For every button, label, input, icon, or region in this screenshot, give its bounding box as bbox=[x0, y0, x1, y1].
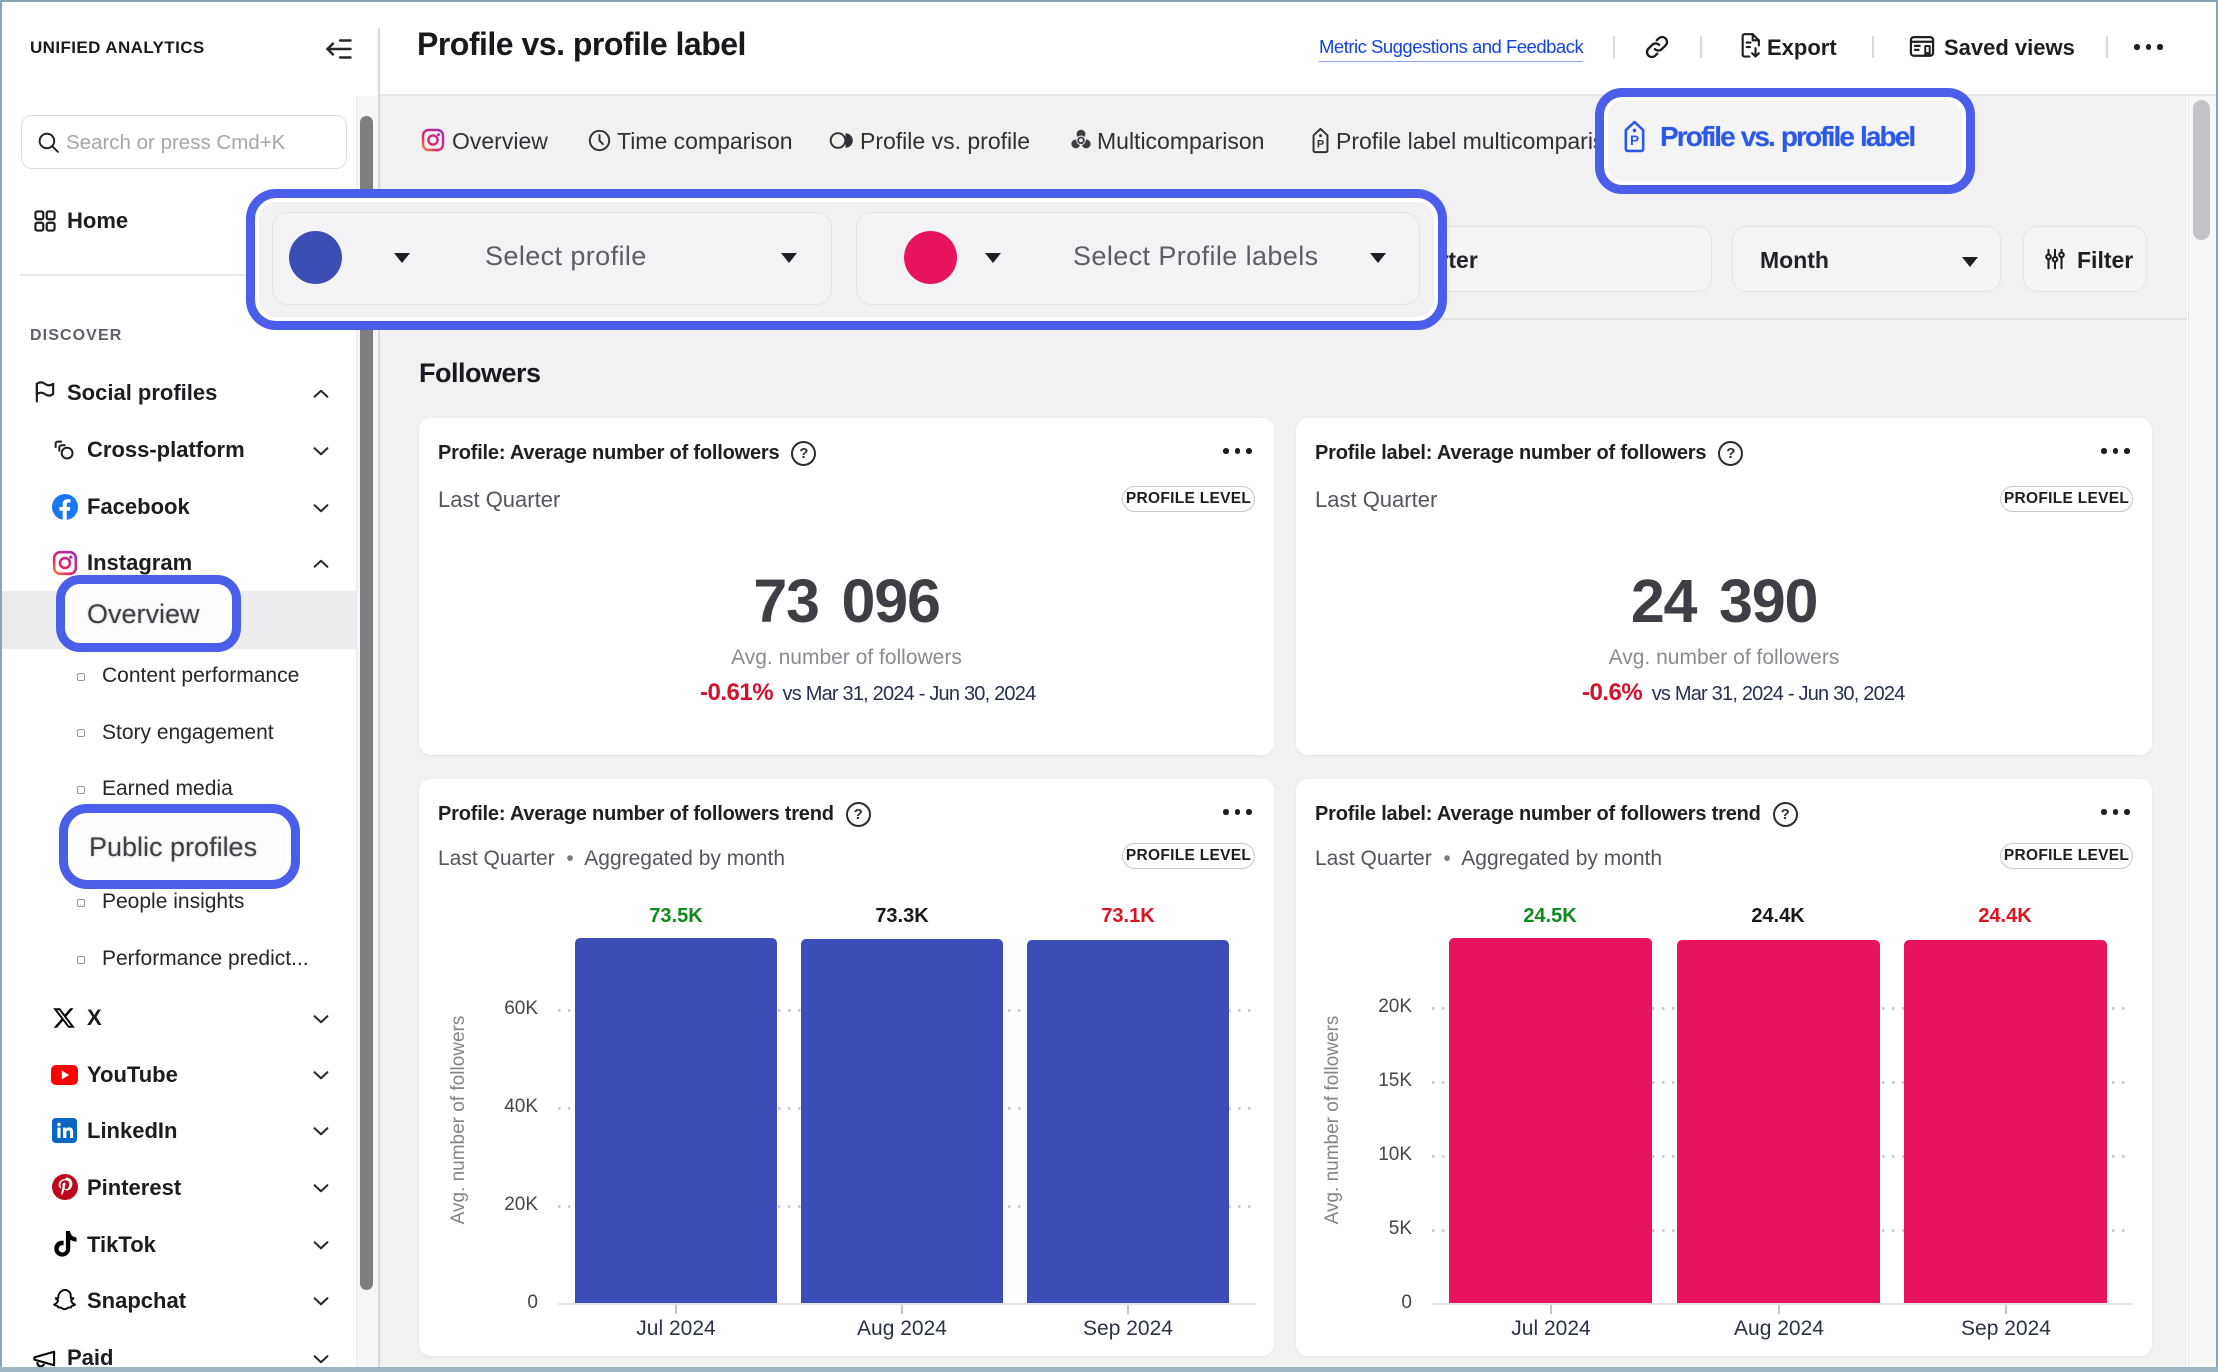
svg-text:P: P bbox=[1317, 138, 1324, 150]
svg-text:P: P bbox=[1630, 133, 1639, 148]
